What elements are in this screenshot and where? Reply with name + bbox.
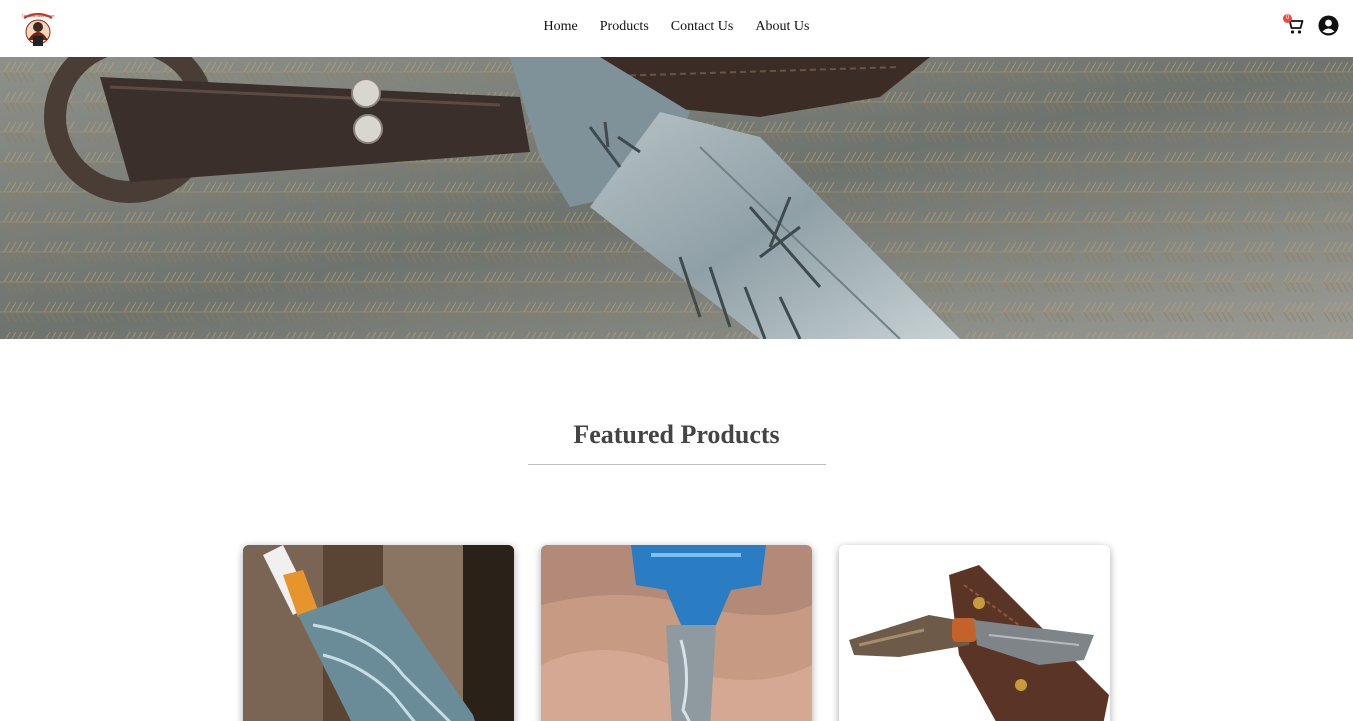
user-icon [1318, 15, 1339, 36]
section-divider [528, 464, 826, 465]
damascus-hunting-knife-with-sheath-image [839, 545, 1110, 721]
featured-products-title: Featured Products [573, 420, 780, 449]
damascus-cleaver-image [243, 545, 514, 721]
product-card[interactable] [541, 545, 812, 721]
logo-text: The Damask Store [21, 13, 55, 18]
hero-banner [0, 57, 1353, 339]
blue-handle-push-dagger-image [541, 545, 812, 721]
nav-contact-us[interactable]: Contact Us [671, 19, 734, 35]
navbar: The Damask Store Home Products Contact U… [0, 0, 1353, 57]
main-nav: Home Products Contact Us About Us [0, 19, 1353, 35]
user-account-button[interactable] [1318, 15, 1339, 36]
cart-count-badge: 0 [1283, 14, 1292, 23]
nav-home[interactable]: Home [544, 19, 578, 35]
cart-button[interactable]: 0 [1283, 14, 1305, 36]
product-card[interactable] [243, 545, 514, 721]
product-card[interactable] [839, 545, 1110, 721]
damascus-knife-hero-image [0, 57, 1353, 339]
nav-about-us[interactable]: About Us [755, 19, 809, 35]
nav-products[interactable]: Products [600, 19, 649, 35]
